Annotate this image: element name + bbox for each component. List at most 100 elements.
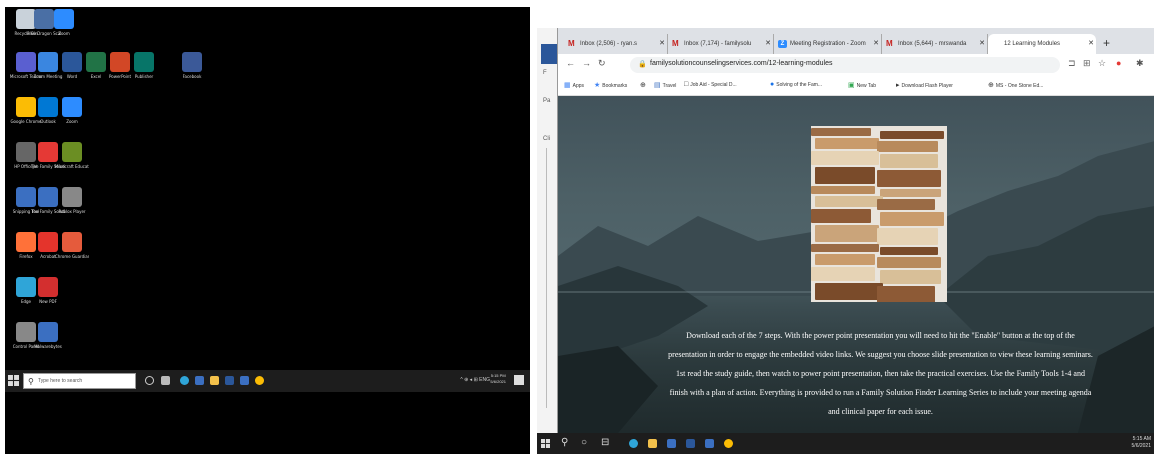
desktop-icon[interactable]: Malwarebytes [31,322,65,358]
forward-icon[interactable]: → [582,58,591,68]
desktop-icon[interactable]: Facebook [175,52,209,88]
app-icon [54,9,74,29]
taskbar-search-box[interactable]: ⚲ Type here to search [23,373,136,389]
app-icon [38,277,58,297]
close-icon[interactable]: ✕ [659,34,665,54]
desktop-icon-label: Chrome Guardian [55,254,89,259]
chrome-taskbar-icon[interactable] [255,376,264,385]
extension-icon[interactable]: ● [1116,58,1121,68]
desktop-icon[interactable]: Zoom [47,9,81,45]
gmail-icon: M [568,39,575,48]
reload-icon[interactable]: ↻ [598,58,606,69]
app-icon [182,52,202,72]
globe-icon: ⊕ [640,82,646,89]
windows-start-icon[interactable] [541,439,550,448]
book-spine [880,154,938,168]
chrome-taskbar-icon[interactable] [724,439,733,448]
tab-title: Inbox (7,174) - familysolu [684,41,752,47]
book-spine [815,196,883,207]
clock-time: 5:15 AM [1132,436,1151,442]
gmail-icon: M [672,39,679,48]
desktop-icon[interactable]: Roblox Player [55,187,89,223]
bookmark-item[interactable]: □ Job Aid - Special D... [684,81,737,88]
system-tray[interactable]: ^ ⊕ ◂ ⊞ ENG [460,377,490,383]
new-tab-icon[interactable]: + [1103,34,1110,52]
close-icon[interactable]: ✕ [873,34,879,54]
search-placeholder: Type here to search [38,378,83,384]
windows-start-icon[interactable] [8,375,19,386]
book-spine [811,267,875,281]
browser-tab[interactable]: M Inbox (7,174) - familysolu ✕ [668,34,774,54]
tab-icon: ▣ [848,82,855,89]
close-icon[interactable]: ✕ [979,34,985,54]
tab-title: Meeting Registration - Zoom [790,41,866,47]
cortana-icon[interactable]: ○ [581,437,587,448]
bookmark-item[interactable]: ⊕ MS - One Stone Ed... [988,81,1043,89]
word-title-icon[interactable] [541,44,557,64]
book-spine [811,209,871,223]
app-taskbar-icon[interactable] [705,439,714,448]
desktop-icon[interactable]: New PDF [31,277,65,313]
taskbar-clock[interactable]: 5:15 AM 5/6/2021 [1132,436,1151,450]
store-taskbar-icon[interactable] [667,439,676,448]
bookmark-item[interactable]: ▤ Travel [654,81,676,89]
search-icon[interactable]: ⚲ [561,437,568,448]
lock-icon: 🔒 [638,61,647,68]
instructions-paragraph: Download each of the 7 steps. With the p… [668,331,1093,359]
cortana-icon[interactable] [145,376,154,385]
word-vertical-ruler [546,148,547,408]
desktop-icon-label: Zoom [58,31,70,36]
store-taskbar-icon[interactable] [195,376,204,385]
desktop-icon[interactable]: Publisher [127,52,161,88]
desktop-icon-label: Zoom [66,119,78,124]
bookmark-item[interactable]: ▦ Apps [564,81,584,89]
browser-tab[interactable]: M Inbox (5,644) - mrswanda ✕ [882,34,988,54]
word-ribbon-letter: Cli [543,136,550,142]
book-spine [815,138,879,149]
bookmark-item[interactable]: ▣ New Tab [848,81,876,89]
book-spine [877,228,938,245]
desktop-icon-label: Publisher [134,74,154,79]
bookmark-item[interactable]: ★ Bookmarks [594,81,627,89]
edge-taskbar-icon[interactable] [629,439,638,448]
mail-taskbar-icon[interactable] [225,376,234,385]
desktop-icon[interactable]: Chrome Guardian [55,232,89,268]
bookmark-item[interactable]: ● Solving of the Fam... [770,81,822,88]
taskbar-clock[interactable]: 5:15 PM 5/6/2021 [490,373,506,385]
back-icon[interactable]: ← [566,58,575,68]
clock-date: 5/6/2021 [490,379,506,384]
url-text[interactable]: familysolutioncounselingservices.com/12-… [650,60,832,67]
bookmarks-bar: ▦ Apps ★ Bookmarks ⊕ ▤ Travel □ Job Aid - Sp… [558,76,1154,96]
browser-tab-active[interactable]: 12 Learning Modules ✕ [988,34,1096,54]
notifications-icon[interactable] [514,375,524,385]
browser-tab[interactable]: Z Meeting Registration - Zoom ✕ [774,34,882,54]
task-view-icon[interactable]: ⊟ [601,437,609,448]
app-icon [62,232,82,252]
word-window-edge: F Pa Cli [537,28,559,433]
file-explorer-taskbar-icon[interactable] [210,376,219,385]
app-taskbar-icon[interactable] [240,376,249,385]
extension-icon[interactable]: ✱ [1136,58,1144,69]
close-icon[interactable]: ✕ [1088,34,1094,54]
close-icon[interactable]: ✕ [765,34,771,54]
file-explorer-taskbar-icon[interactable] [648,439,657,448]
book-spine [811,151,879,165]
bookmark-item[interactable]: ▸ Download Flash Player [896,81,953,89]
book-spine [877,141,938,152]
qr-icon[interactable]: ⊞ [1083,58,1091,69]
bookmark-item[interactable]: ⊕ [640,81,648,89]
address-bar[interactable]: 🔒 familysolutioncounselingservices.com/1… [630,57,1060,73]
book-spine [880,247,938,255]
globe-icon: ⊕ [988,82,994,89]
star-icon[interactable]: ☆ [1098,58,1106,69]
mail-taskbar-icon[interactable] [686,439,695,448]
learning-modules-text: Download each of the 7 steps. With the p… [668,326,1093,421]
cast-icon[interactable]: ⊐ [1068,58,1076,69]
browser-tab[interactable]: M Inbox (2,506) - ryan.s ✕ [564,34,668,54]
app-icon [134,52,154,72]
edge-taskbar-icon[interactable] [180,376,189,385]
folder-icon: ▤ [654,82,661,89]
desktop-icon[interactable]: Minecraft Education [55,142,89,178]
task-view-icon[interactable] [161,376,170,385]
desktop-icon[interactable]: Zoom [55,97,89,133]
